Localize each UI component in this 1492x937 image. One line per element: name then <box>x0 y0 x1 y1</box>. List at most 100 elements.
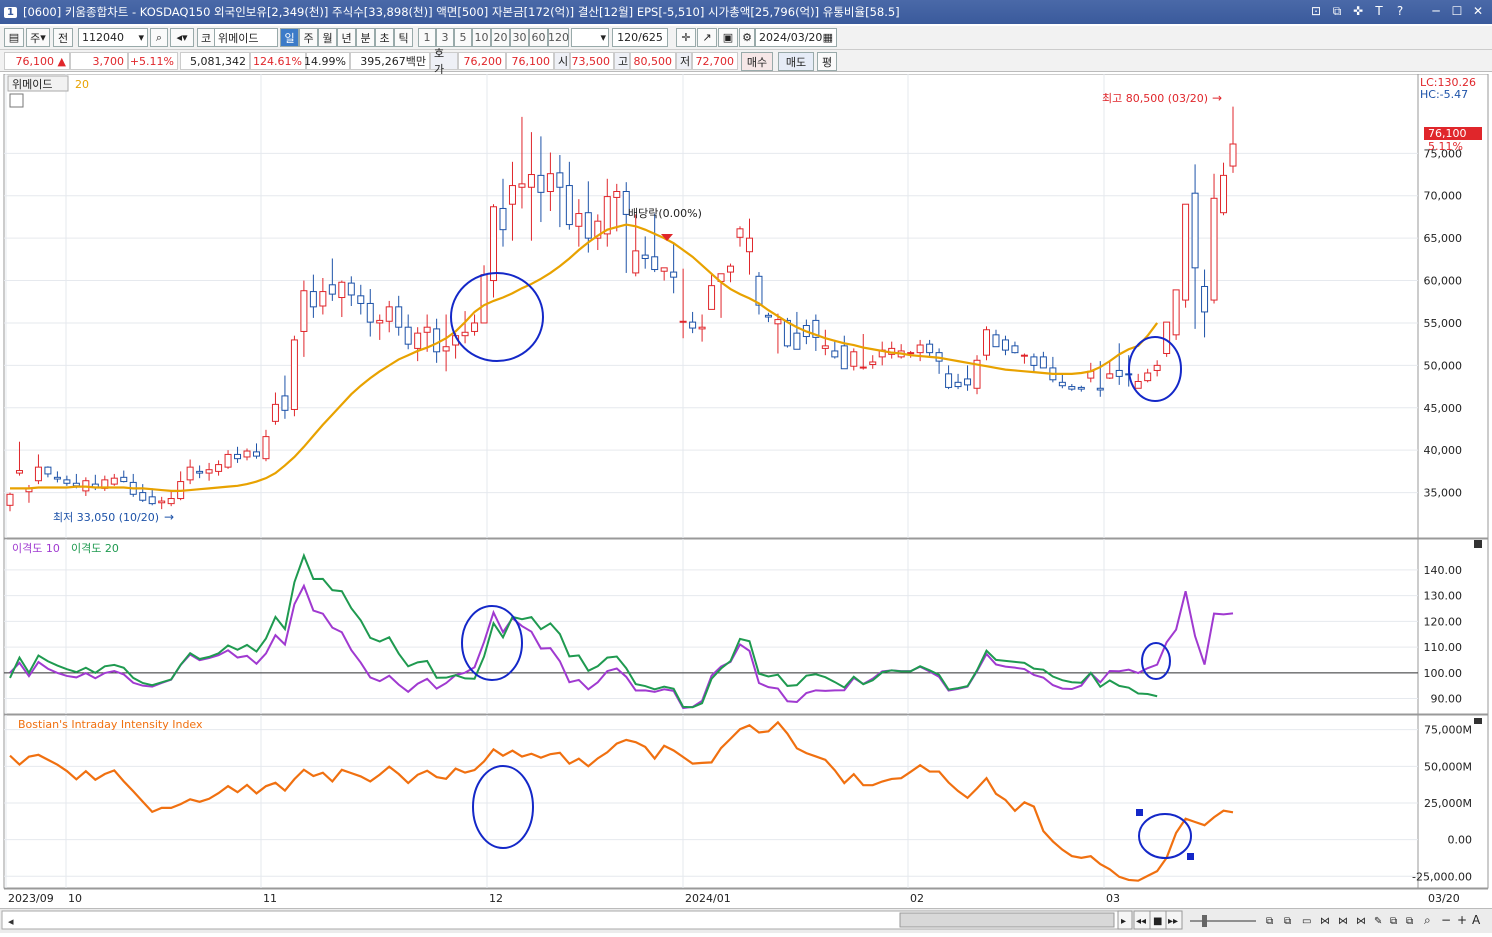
candle-body <box>234 453 242 460</box>
candle-body <box>1020 354 1028 357</box>
draw-icon[interactable]: ⋈ <box>1338 916 1348 927</box>
text-tool-icon[interactable]: ✎ <box>1374 916 1382 927</box>
period-mode-label: 주 <box>30 31 41 45</box>
period-tab-2[interactable]: 월 <box>318 28 337 47</box>
candle-body <box>461 331 469 337</box>
disparity10-legend: 이격도 10 <box>12 542 60 555</box>
screen-icon[interactable]: ⊡ <box>1308 3 1324 19</box>
window-controls: ⊡ ⧉ ✜ T ? ─ ☐ ✕ <box>1308 3 1486 19</box>
candle-body <box>158 500 166 504</box>
zoom-slider-handle[interactable] <box>1202 915 1207 927</box>
scroll-controls-svg[interactable]: ◂ ▸ ◂◂ ■ ▸▸ ⧉ ⧉ ▭ ⋈ ⋈ ⋈ ✎ ⧉ ⧉ ⌕ − + A <box>0 909 1492 934</box>
intensity-tick-label: -25,000.00 <box>1412 870 1472 883</box>
candle-body <box>6 493 14 506</box>
scroll-bar[interactable]: ◂ ▸ ◂◂ ■ ▸▸ ⧉ ⧉ ▭ ⋈ ⋈ ⋈ ✎ ⧉ ⧉ ⌕ − + A <box>0 908 1492 933</box>
period-tab-6[interactable]: 틱 <box>394 28 413 47</box>
chart-type-icon[interactable]: ▤ <box>4 28 24 47</box>
minute-tab-20[interactable]: 20 <box>491 28 510 47</box>
font-icon[interactable]: A <box>1472 913 1481 927</box>
candle-body <box>641 254 649 260</box>
crosshair-icon[interactable]: ✛ <box>676 28 696 47</box>
sound-icon[interactable]: ◂▾ <box>170 28 194 47</box>
price-tick-label: 50,000 <box>1424 359 1463 372</box>
forward-icon: ▸▸ <box>1168 916 1178 927</box>
candle-body <box>1001 339 1009 351</box>
period-tab-3[interactable]: 년 <box>337 28 356 47</box>
indicator-icon[interactable]: ↗ <box>697 28 717 47</box>
candle-body <box>167 498 175 505</box>
candle-body <box>632 250 640 274</box>
date-value: 2024/03/20 <box>759 31 823 44</box>
price-change: 3,700 <box>70 52 128 70</box>
date-field[interactable]: 2024/03/20 ▦ <box>755 28 837 47</box>
restore-icon[interactable]: ⧉ <box>1329 3 1345 19</box>
pattern-icon[interactable]: ⋈ <box>1356 916 1366 927</box>
window-icon[interactable]: ▭ <box>1302 916 1311 927</box>
font-size-icon[interactable]: T <box>1371 3 1387 19</box>
calendar-icon: ▦ <box>822 31 833 44</box>
chart-grid <box>3 73 1489 889</box>
search-icon[interactable]: ⌕ <box>150 28 168 47</box>
help-icon[interactable]: ? <box>1392 3 1408 19</box>
minute-tab-60[interactable]: 60 <box>529 28 548 47</box>
candle-body <box>1210 197 1218 301</box>
candle-body <box>651 256 659 271</box>
candle-body <box>1011 345 1019 354</box>
dividend-annotation: 배당락(0.00%) <box>628 207 702 220</box>
data-count-value: 120 <box>617 31 639 44</box>
draw-tools-icon[interactable]: ⋈ <box>1320 916 1330 927</box>
buy-button[interactable]: 매수 <box>741 52 773 71</box>
maximize-icon[interactable]: ☐ <box>1449 3 1465 19</box>
minute-tab-120[interactable]: 120 <box>548 28 569 47</box>
stock-name-field[interactable]: 위메이드 <box>214 28 278 47</box>
chart-svg[interactable]: 35,000 40,000 45,000 50,000 55,000 60,000 65,0… <box>0 73 1492 909</box>
period-tab-1[interactable]: 주 <box>299 28 318 47</box>
disparity-tick-label: 130.00 <box>1424 590 1463 603</box>
candle-body <box>366 302 374 323</box>
whole-button[interactable]: 전 <box>53 28 73 47</box>
eval-button[interactable]: 평 <box>817 52 837 71</box>
candle-body <box>992 334 1000 348</box>
link-icon[interactable]: ⧉ <box>1406 916 1413 927</box>
candle-body <box>471 322 479 332</box>
period-tab-4[interactable]: 분 <box>356 28 375 47</box>
dropdown-icon: ▾ <box>138 31 144 44</box>
stock-code-input[interactable]: 112040 ▾ <box>78 28 148 47</box>
zoom-in-icon[interactable]: + <box>1457 913 1467 927</box>
pin-icon[interactable]: ✜ <box>1350 3 1366 19</box>
candle-body <box>954 381 962 388</box>
minute-tab-5[interactable]: 5 <box>454 28 472 47</box>
settings-icon[interactable]: ⚙ <box>739 28 755 47</box>
minute-tab-10[interactable]: 10 <box>472 28 491 47</box>
candle-body <box>53 476 61 480</box>
price-tick-label: 65,000 <box>1424 232 1463 245</box>
copy-icon[interactable]: ⧉ <box>1284 916 1291 927</box>
period-mode-select[interactable]: 주 ▾ <box>26 28 50 47</box>
disparity-tick-label: 90.00 <box>1431 693 1463 706</box>
data-count-field[interactable]: 120/625 <box>612 28 668 47</box>
candle-body <box>670 271 678 278</box>
candle-body <box>1229 143 1237 167</box>
intensity-tick-label: 50,000M <box>1424 760 1472 773</box>
candle-body <box>1134 380 1142 389</box>
low-price: 72,700 <box>692 52 738 70</box>
candle-body <box>708 285 716 310</box>
scroll-thumb[interactable] <box>899 912 1115 928</box>
minimize-icon[interactable]: ─ <box>1428 3 1444 19</box>
save-icon[interactable]: ▣ <box>718 28 738 47</box>
candle-body <box>556 172 564 188</box>
ma-legend-label: 20 <box>75 78 89 91</box>
layers-icon[interactable]: ⧉ <box>1390 916 1397 927</box>
scroll-left-icon[interactable]: ◂ <box>8 915 14 928</box>
sell-button[interactable]: 매도 <box>778 52 814 71</box>
layout-icon[interactable]: ⧉ <box>1266 916 1273 927</box>
zoom-icon[interactable]: ⌕ <box>1424 913 1431 927</box>
period-tab-5[interactable]: 초 <box>375 28 394 47</box>
minute-tab-30[interactable]: 30 <box>510 28 529 47</box>
period-tab-0[interactable]: 일 <box>280 28 299 47</box>
chart-area[interactable]: 35,000 40,000 45,000 50,000 55,000 60,000 65,0… <box>0 73 1492 909</box>
custom-period-select[interactable]: ▾ <box>571 28 609 47</box>
close-icon[interactable]: ✕ <box>1470 3 1486 19</box>
x-axis-label: 2024/01 <box>685 892 731 905</box>
zoom-out-icon[interactable]: − <box>1441 913 1451 927</box>
